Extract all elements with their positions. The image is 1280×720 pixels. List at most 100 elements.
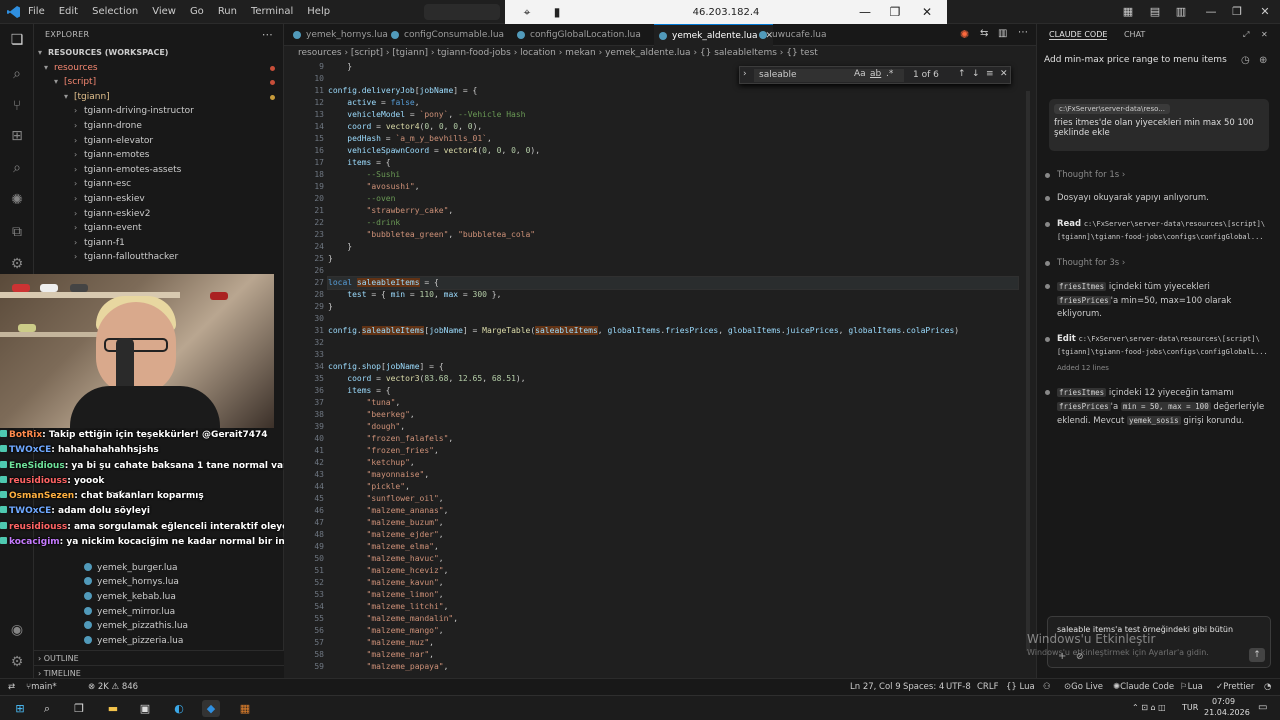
code-line[interactable]: config.saleableItems[jobName] = MargeTab…	[328, 325, 1018, 337]
maximize-window-icon[interactable]: ❐	[1222, 0, 1252, 24]
code-line[interactable]: "bubbletea_green", "bubbletea_cola"	[328, 229, 1018, 241]
claude-code-status[interactable]: ✺ Claude Code	[1113, 679, 1174, 695]
code-line[interactable]: "ketchup",	[328, 457, 1018, 469]
tree-item[interactable]: › tgiann-elevator	[34, 134, 283, 149]
code-line[interactable]: "malzeme_hceviz",	[328, 565, 1018, 577]
tree-item[interactable]: › tgiann-esc	[34, 177, 283, 192]
code-line[interactable]: coord = vector3(83.68, 12.65, 68.51),	[328, 373, 1018, 385]
notifications-icon[interactable]: ◔	[1264, 679, 1271, 695]
tree-item[interactable]: › tgiann-drone	[34, 119, 283, 134]
layout-icon[interactable]: ▦	[1113, 0, 1143, 24]
code-line[interactable]: "mayonnaise",	[328, 469, 1018, 481]
task-view-icon[interactable]: ❐	[70, 700, 88, 717]
cursor-position[interactable]: Ln 27, Col 9	[850, 679, 901, 695]
extensions-icon[interactable]: ⊞	[7, 126, 27, 146]
tree-item[interactable]: ▾ [tgiann]	[34, 90, 283, 105]
tab-claude-code[interactable]: CLAUDE CODE	[1049, 30, 1108, 40]
workspace-root[interactable]: ▾ RESOURCES (WORKSPACE)	[34, 46, 283, 61]
minimize-icon[interactable]: —	[857, 4, 873, 20]
editor-tab[interactable]: uwucafe.lua	[754, 24, 835, 46]
tree-item[interactable]: › tgiann-driving-instructor	[34, 104, 283, 119]
code-line[interactable]: "tuna",	[328, 397, 1018, 409]
compare-icon[interactable]: ⇆	[980, 28, 988, 39]
code-line[interactable]: "strawberry_cake",	[328, 205, 1018, 217]
code-line[interactable]: "frozen_falafels",	[328, 433, 1018, 445]
code-line[interactable]: local saleableItems = {	[327, 276, 1019, 290]
tree-item[interactable]: › tgiann-falloutthacker	[34, 250, 283, 265]
close-panel-icon[interactable]: ✕	[1261, 24, 1268, 46]
search-taskbar-icon[interactable]: ⌕	[38, 700, 56, 717]
command-center-search[interactable]	[424, 4, 500, 20]
edit-step[interactable]: Edit c:\FxServer\server-data\resources\[…	[1045, 333, 1272, 359]
code-lines[interactable]: } config.deliveryJob[jobName] = { active …	[327, 61, 1019, 673]
history-icon[interactable]: ◷	[1241, 55, 1250, 66]
attached-file-chip[interactable]: c:\FxServer\server-data\reso...	[1054, 104, 1170, 114]
file-item[interactable]: yemek_pizzeria.lua	[34, 634, 284, 649]
code-line[interactable]: vehicleSpawnCoord = vector4(0, 0, 0, 0),	[328, 145, 1018, 157]
menu-view[interactable]: View	[152, 6, 176, 17]
code-line[interactable]: coord = vector4(0, 0, 0, 0),	[328, 121, 1018, 133]
code-line[interactable]: "malzeme_litchi",	[328, 601, 1018, 613]
match-case-option[interactable]: Aa	[854, 69, 866, 79]
remote-icon[interactable]: ⧉	[7, 222, 27, 242]
tree-item[interactable]: ▾ [script]	[34, 75, 283, 90]
code-line[interactable]: "beerkeg",	[328, 409, 1018, 421]
edge-icon[interactable]: ◐	[170, 700, 188, 717]
encoding-status[interactable]: UTF-8	[946, 679, 971, 695]
previous-match-icon[interactable]: ↑	[958, 69, 966, 79]
code-line[interactable]: "malzeme_papaya",	[328, 661, 1018, 673]
send-icon[interactable]: ↑	[1249, 648, 1265, 662]
file-explorer-icon[interactable]: ▬	[104, 700, 122, 717]
menu-help[interactable]: Help	[307, 6, 330, 17]
code-line[interactable]: }	[328, 253, 1018, 265]
code-line[interactable]: active = false,	[328, 97, 1018, 109]
source-control-icon[interactable]: ⑂	[7, 96, 27, 116]
code-line[interactable]: "malzeme_buzum",	[328, 517, 1018, 529]
terminal-icon[interactable]: ▣	[136, 700, 154, 717]
code-line[interactable]: "malzeme_kavun",	[328, 577, 1018, 589]
tab-chat[interactable]: CHAT	[1124, 30, 1145, 39]
settings-gear-icon[interactable]: ⚙	[7, 652, 27, 672]
account-icon[interactable]: ◉	[7, 620, 27, 640]
code-line[interactable]: "malzeme_ananas",	[328, 505, 1018, 517]
code-line[interactable]: "frozen_fries",	[328, 445, 1018, 457]
language-status[interactable]: {} Lua	[1006, 679, 1035, 695]
notification-center-icon[interactable]: ▭	[1258, 702, 1267, 713]
search-icon[interactable]: ⌕	[7, 64, 27, 84]
claude-icon[interactable]: ✺	[7, 190, 27, 210]
start-icon[interactable]: ⊞	[11, 700, 29, 717]
lua-status[interactable]: ⚐ Lua	[1180, 679, 1203, 695]
code-line[interactable]: --Sushi	[328, 169, 1018, 181]
editor-tab[interactable]: configGlobalLocation.lua	[512, 24, 649, 46]
code-line[interactable]: "malzeme_nar",	[328, 649, 1018, 661]
next-match-icon[interactable]: ↓	[972, 69, 980, 79]
sidebar-toggle-icon[interactable]: ▥	[1166, 0, 1196, 24]
tree-item[interactable]: › tgiann-emotes	[34, 148, 283, 163]
editor-tab[interactable]: yemek_hornys.lua	[288, 24, 396, 46]
code-line[interactable]: items = {	[328, 385, 1018, 397]
code-line[interactable]: --oven	[328, 193, 1018, 205]
code-line[interactable]	[328, 265, 1018, 277]
menu-go[interactable]: Go	[190, 6, 204, 17]
editor-more-icon[interactable]: ⋯	[1018, 27, 1028, 38]
app-taskbar-icon[interactable]: ▦	[236, 700, 254, 717]
code-line[interactable]: }	[328, 301, 1018, 313]
claude-spark-icon[interactable]: ✺	[960, 28, 969, 41]
code-line[interactable]: "malzeme_havuc",	[328, 553, 1018, 565]
new-chat-icon[interactable]: ⊕	[1259, 55, 1267, 66]
tree-item[interactable]: › tgiann-f1	[34, 236, 283, 251]
code-line[interactable]: "malzeme_limon",	[328, 589, 1018, 601]
tree-item[interactable]: › tgiann-emotes-assets	[34, 163, 283, 178]
code-line[interactable]: "avosushi",	[328, 181, 1018, 193]
tree-item[interactable]: › tgiann-eskiev	[34, 192, 283, 207]
tray-icons[interactable]: ⌃ ⊡ ⌂ ◫	[1132, 703, 1166, 712]
menu-selection[interactable]: Selection	[92, 6, 138, 17]
explorer-icon[interactable]: ❏	[7, 30, 27, 50]
code-editor[interactable]: 9 10 11 12 13 14 15 16 17 18 19 20 21 22 23 24 25 26 27 28 2…	[284, 61, 1036, 678]
code-line[interactable]: "pickle",	[328, 481, 1018, 493]
toggle-replace-icon[interactable]: ›	[743, 69, 747, 79]
regex-option[interactable]: .*	[886, 69, 893, 79]
restore-icon[interactable]: ❐	[887, 4, 903, 20]
code-line[interactable]: "sunflower_oil",	[328, 493, 1018, 505]
find-input[interactable]: saleable	[754, 69, 904, 82]
